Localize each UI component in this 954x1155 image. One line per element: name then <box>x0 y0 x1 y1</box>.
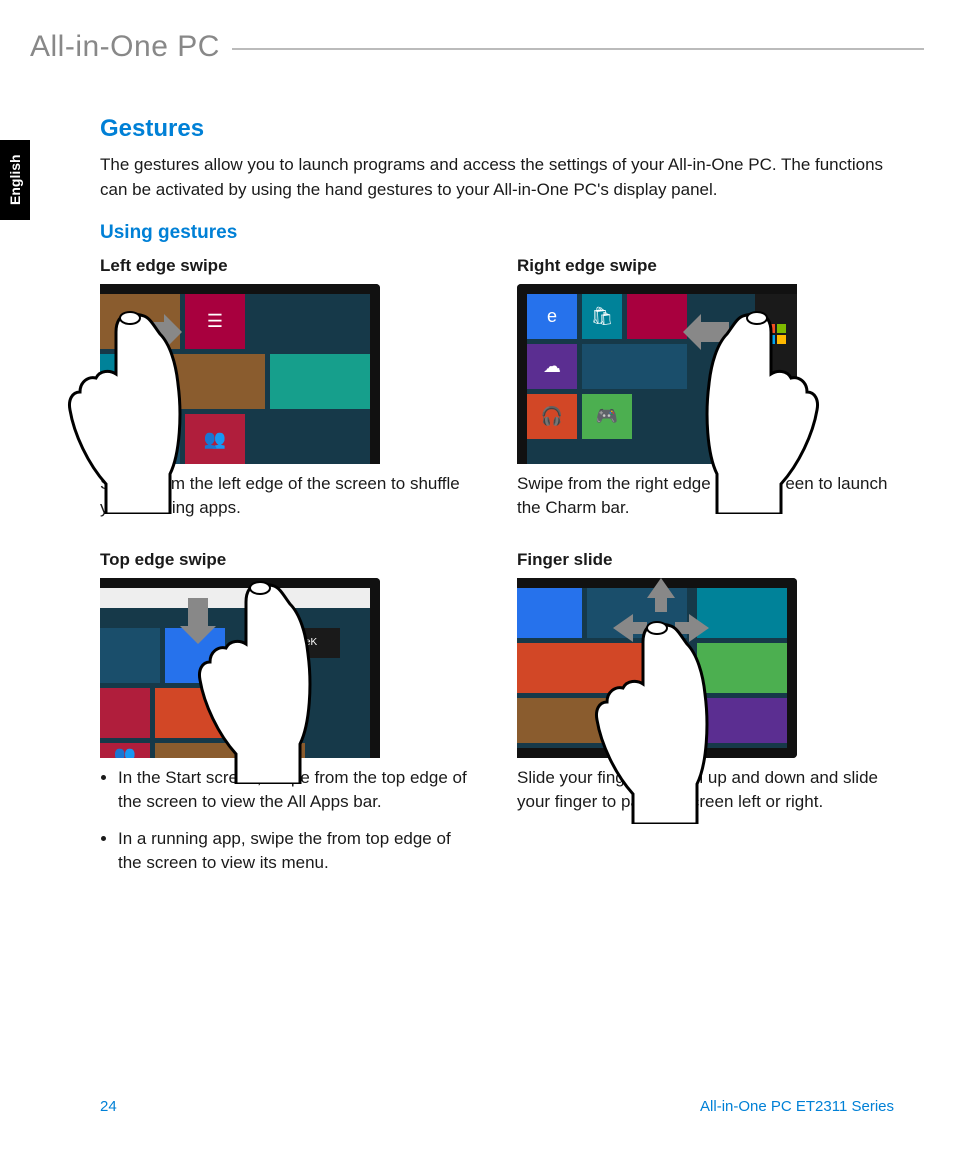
list-item: In a running app, swipe the from top edg… <box>118 827 477 875</box>
section-title: Gestures <box>100 115 894 143</box>
windows-icon <box>766 324 786 344</box>
arrow-down-icon <box>180 598 216 649</box>
gesture-illustration: ASUSTeK 👥 <box>100 578 380 758</box>
arrow-down-icon <box>647 648 675 687</box>
arrow-left-icon <box>683 314 729 355</box>
gesture-grid: Left edge swipe ☰ 💬 👥 <box>100 256 894 889</box>
gesture-finger-slide: Finger slide <box>517 550 894 889</box>
people-icon: 👥 <box>114 745 136 758</box>
list-item: In the Start screen, swipe from the top … <box>118 766 477 814</box>
gesture-desc: In the Start screen, swipe from the top … <box>100 766 477 875</box>
product-name: All-in-One PC <box>30 30 232 64</box>
series-name: All-in-One PC ET2311 Series <box>700 1098 894 1115</box>
reader-icon: ☰ <box>207 311 223 332</box>
gesture-desc: Swipe from the left edge of the screen t… <box>100 472 477 520</box>
gesture-illustration <box>517 578 797 758</box>
arrow-right-icon <box>136 314 182 355</box>
people-icon: 👥 <box>204 429 226 450</box>
arrow-left-icon <box>613 614 647 647</box>
gesture-title: Right edge swipe <box>517 256 894 276</box>
gesture-right-edge: Right edge swipe e 🛍 ☁ 🎧 🎮 <box>517 256 894 520</box>
gesture-top-edge: Top edge swipe ASUSTeK 👥 <box>100 550 477 889</box>
gesture-title: Finger slide <box>517 550 894 570</box>
label-icon: ASUSTeK <box>273 637 317 648</box>
xbox-icon: 🎮 <box>596 406 618 427</box>
music-icon: 🎧 <box>541 406 563 427</box>
main-content: Gestures The gestures allow you to launc… <box>100 115 894 889</box>
section-intro: The gestures allow you to launch program… <box>100 153 894 202</box>
section-subheading: Using gestures <box>100 222 894 244</box>
gesture-left-edge: Left edge swipe ☰ 💬 👥 <box>100 256 477 520</box>
gesture-desc: Slide your finger to scroll up and down … <box>517 766 894 814</box>
page-number: 24 <box>100 1098 117 1115</box>
page-footer: 24 All-in-One PC ET2311 Series <box>100 1098 894 1115</box>
gesture-illustration: e 🛍 ☁ 🎧 🎮 <box>517 284 797 464</box>
language-tab: English <box>0 140 30 220</box>
gesture-title: Top edge swipe <box>100 550 477 570</box>
gesture-title: Left edge swipe <box>100 256 477 276</box>
cloud-icon: ☁ <box>543 356 561 377</box>
arrow-up-icon <box>647 578 675 617</box>
chat-icon: 💬 <box>119 371 141 392</box>
gesture-desc: Swipe from the right edge of the screen … <box>517 472 894 520</box>
arrow-right-icon <box>675 614 709 647</box>
gesture-illustration: ☰ 💬 👥 <box>100 284 380 464</box>
ie-icon: e <box>547 306 557 327</box>
store-icon: 🛍 <box>591 306 614 327</box>
